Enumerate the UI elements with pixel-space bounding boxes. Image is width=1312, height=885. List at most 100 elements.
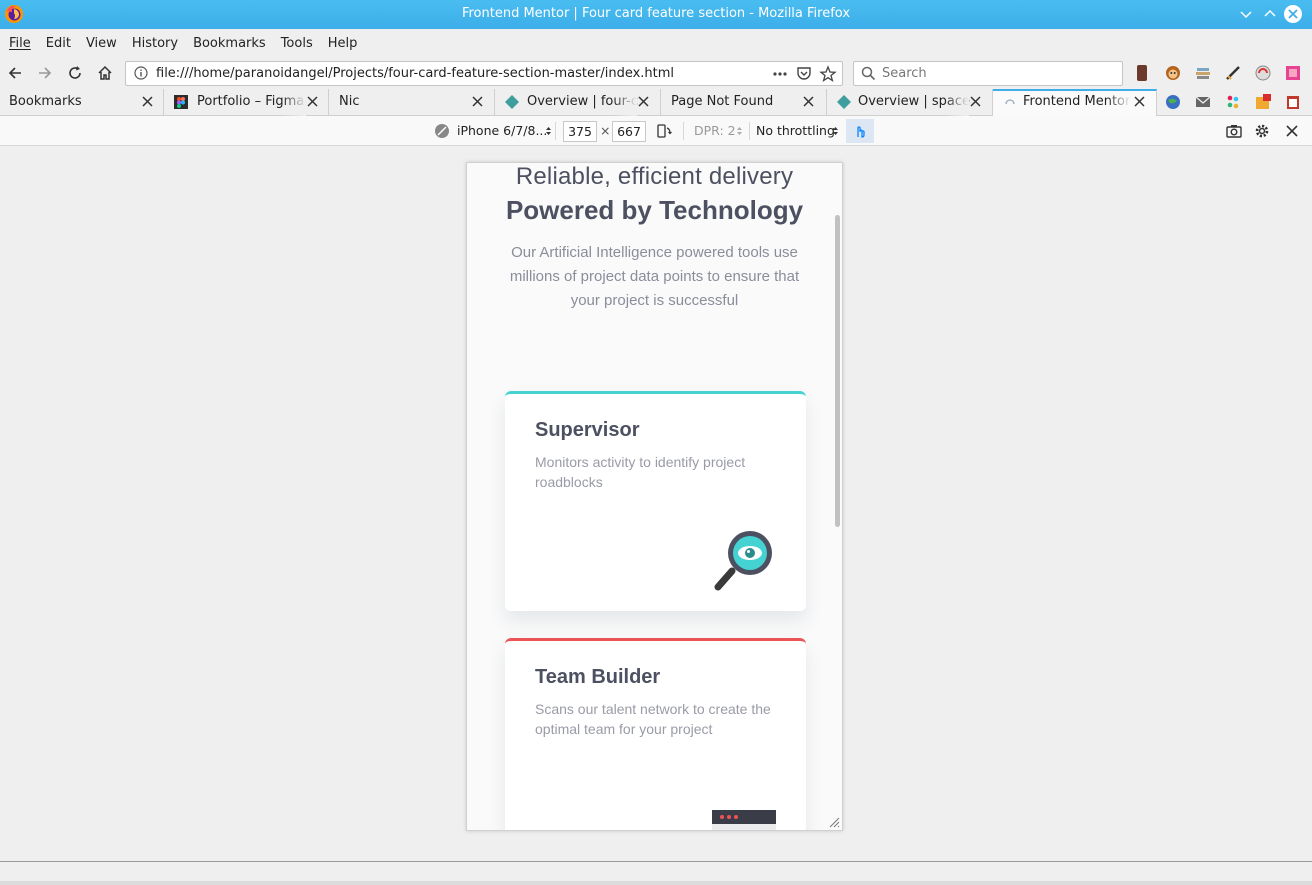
viewport-width-input[interactable]: 375 [563,121,597,142]
maximize-button[interactable] [1261,5,1279,23]
throttling-selector[interactable]: No throttling [756,123,835,138]
separator [683,122,684,140]
tab-close-button[interactable] [967,93,983,109]
info-icon[interactable] [134,66,148,80]
tab-page-not-found[interactable]: Page Not Found [661,89,827,116]
dropdown-arrows-icon [737,127,742,135]
monkey-extension-icon[interactable] [1165,65,1181,81]
close-icon [802,95,814,107]
back-button[interactable] [3,61,27,85]
mail-icon[interactable] [1195,94,1211,110]
arrow-right-icon [39,67,52,79]
close-icon [141,95,153,107]
menu-edit[interactable]: Edit [40,36,77,51]
minimize-button[interactable] [1237,5,1255,23]
device-selector[interactable]: iPhone 6/7/8... [457,123,547,138]
tab-close-button[interactable] [304,93,320,109]
no-touch-icon[interactable] [434,123,450,139]
tab-close-button[interactable] [635,93,651,109]
dropdown-arrows-icon [833,127,838,135]
close-icon [1133,95,1145,107]
menu-view-label: View [85,35,117,51]
tab-overview-four-card[interactable]: Overview | four-c [495,89,661,116]
tab-overview-space[interactable]: Overview | space [827,89,993,116]
menu-tools-label: Tools [280,35,313,51]
menu-history[interactable]: History [126,36,184,51]
card-description: Scans our talent network to create the o… [535,701,771,737]
resize-grip-icon[interactable] [828,816,840,828]
close-window-button[interactable] [1284,5,1302,23]
globe-extension-icon[interactable] [1165,94,1181,110]
menu-view[interactable]: View [80,36,123,51]
menu-bookmarks-label: Bookmarks [193,35,266,51]
arrow-left-icon [8,67,21,79]
notification-extension-icon[interactable] [1255,94,1271,110]
screenshot-camera-icon[interactable] [1226,124,1242,138]
pocket-icon[interactable] [795,65,813,83]
rotate-viewport-icon[interactable] [656,123,672,139]
tab-frontend-mentor-active[interactable]: Frontend Mentor [993,89,1157,116]
touch-simulation-button[interactable] [846,119,874,143]
tab-strip: Bookmarks Portfolio – Figma Nic Overview… [0,89,1312,116]
frontend-mentor-icon [837,95,851,109]
forward-button[interactable] [33,61,57,85]
tab-close-button[interactable] [1131,93,1147,109]
privacy-extension-icon[interactable] [1255,65,1271,81]
tab-label: Nic [339,94,360,109]
viewport-scrollbar-thumb[interactable] [835,215,840,527]
close-icon [637,95,649,107]
books-extension-icon[interactable] [1195,65,1211,81]
tab-close-button[interactable] [800,93,816,109]
page-intro: Our Artificial Intelligence powered tool… [509,244,800,309]
tab-label: Page Not Found [671,94,774,109]
menu-bar: File Edit View History Bookmarks Tools H… [0,29,1312,57]
menu-help[interactable]: Help [322,36,364,51]
responsive-design-toolbar: iPhone 6/7/8... 375 × 667 DPR: 2 No thro… [0,116,1312,146]
navigation-toolbar: file:///home/paranoidangel/Projects/four… [0,57,1312,89]
page-heading-bold: Powered by Technology [505,195,804,225]
more-actions-icon[interactable] [771,65,789,83]
reload-icon [69,66,81,79]
loading-icon [1005,99,1015,105]
bottom-border [0,881,1312,885]
tab-bookmarks[interactable]: Bookmarks [0,89,164,116]
search-bar[interactable] [853,61,1123,86]
pink-extension-icon[interactable] [1285,65,1301,81]
reload-button[interactable] [63,61,87,85]
menu-edit-label: Edit [45,35,71,51]
tab-figma[interactable]: Portfolio – Figma [164,89,329,116]
card-title: Team Builder [535,666,661,688]
search-input[interactable] [882,65,1112,82]
frontend-mentor-icon [505,95,519,109]
close-rdm-icon[interactable] [1286,125,1298,137]
pen-extension-icon[interactable] [1225,65,1241,81]
menu-file[interactable]: File [3,36,37,51]
tab-fade [1107,91,1131,116]
clipboard-extension-icon[interactable] [1285,94,1301,110]
dimension-times-sign: × [600,123,611,138]
library-icon[interactable] [1137,65,1147,81]
close-icon [1288,9,1298,19]
tab-nic[interactable]: Nic [329,89,495,116]
home-icon [98,65,112,80]
url-bar[interactable]: file:///home/paranoidangel/Projects/four… [125,61,843,86]
team-builder-icon [712,810,776,830]
viewport-height-input[interactable]: 667 [612,121,646,142]
menu-bookmarks[interactable]: Bookmarks [187,36,272,51]
bookmark-star-icon[interactable] [819,65,837,83]
dpr-selector[interactable]: DPR: 2 [694,123,736,138]
device-viewport: Reliable, efficient delivery Powered by … [466,162,843,831]
menu-tools[interactable]: Tools [275,36,319,51]
chevron-down-icon [1240,11,1252,19]
dropdown-arrows-icon [546,127,551,135]
tab-close-button[interactable] [139,93,155,109]
close-icon [471,95,483,107]
tab-close-button[interactable] [469,93,485,109]
menu-file-label: File [9,35,31,51]
window-titlebar: Frontend Mentor | Four card feature sect… [0,0,1312,29]
url-text[interactable]: file:///home/paranoidangel/Projects/four… [156,66,674,81]
settings-gear-icon[interactable] [1254,123,1270,139]
home-button[interactable] [93,61,117,85]
separator [749,122,750,140]
slack-icon[interactable] [1225,94,1241,110]
